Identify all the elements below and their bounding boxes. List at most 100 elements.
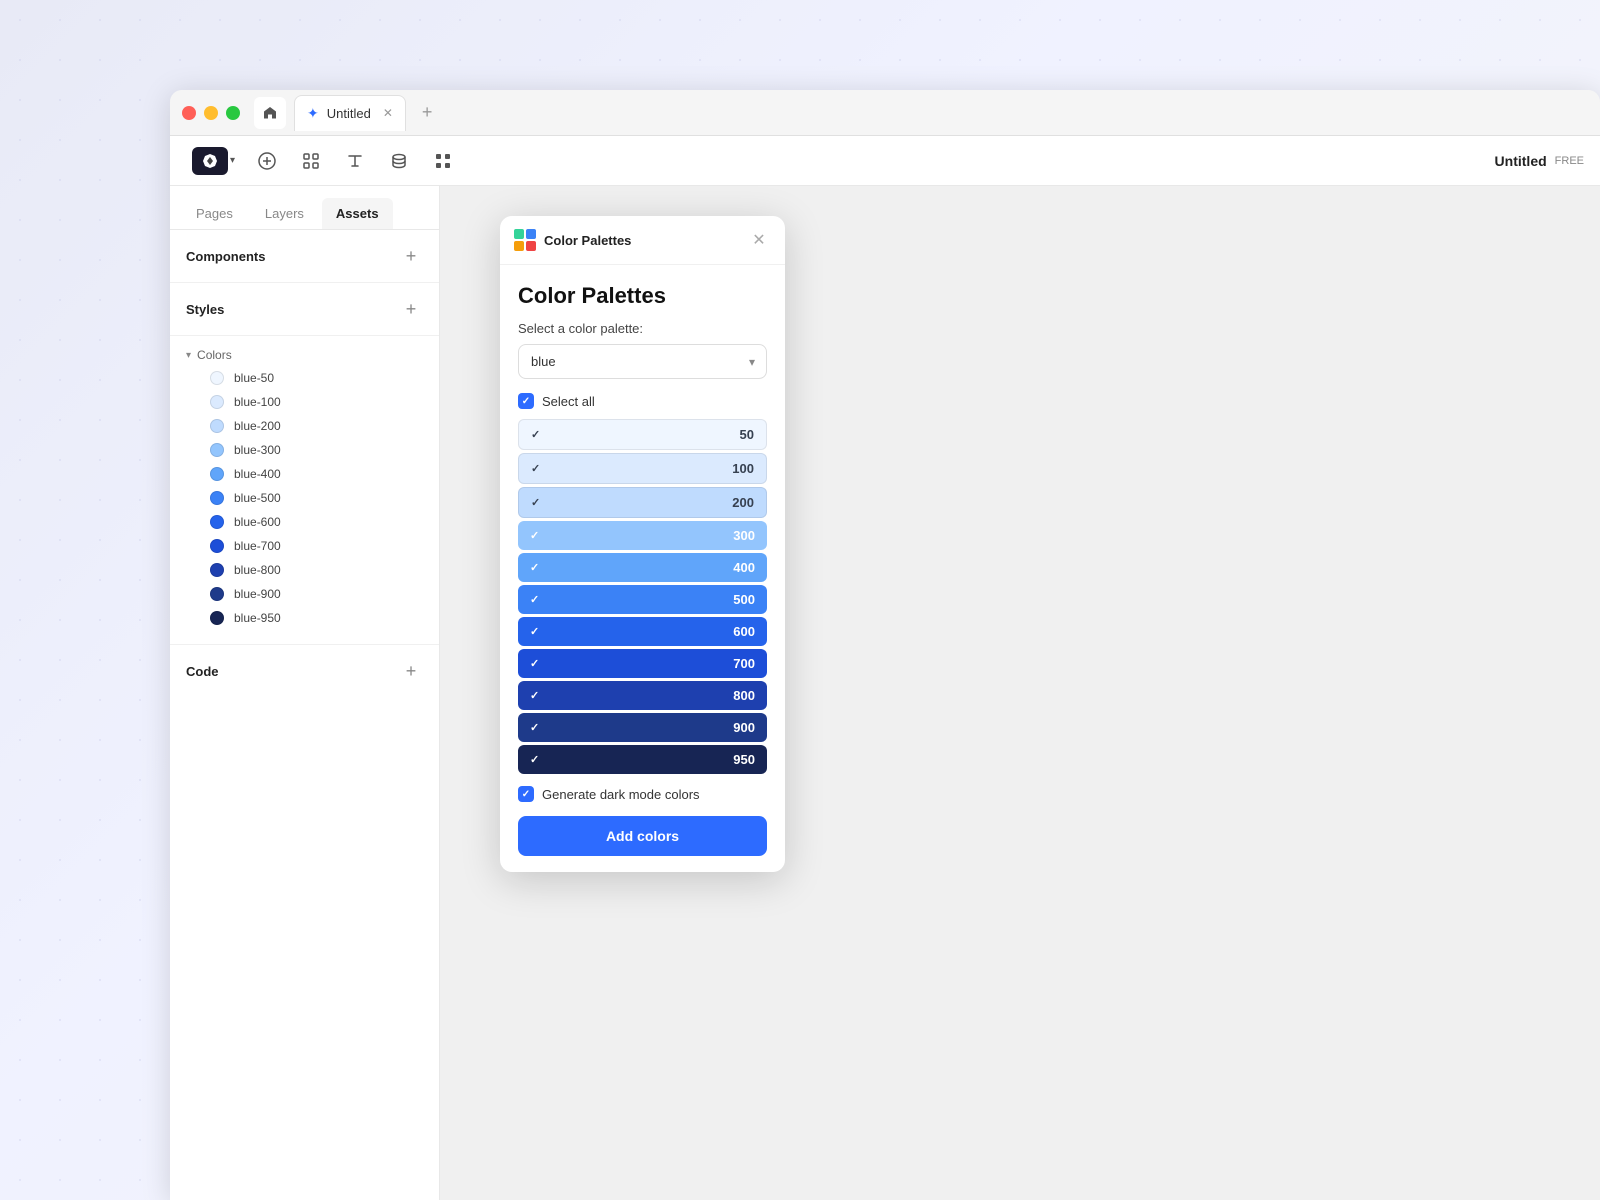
- color-row-shade: 200: [732, 495, 754, 510]
- row-check-icon: ✓: [530, 721, 539, 734]
- color-row-shade: 400: [733, 560, 755, 575]
- color-swatch: [210, 395, 224, 409]
- color-row-shade: 300: [733, 528, 755, 543]
- styles-header[interactable]: Styles +: [186, 297, 423, 321]
- color-name: blue-300: [234, 443, 281, 457]
- tab-logo-icon: ✦: [307, 105, 319, 122]
- sidebar-color-item[interactable]: blue-700: [186, 534, 423, 558]
- project-info: Untitled FREE: [1495, 153, 1584, 169]
- dropdown-arrow-icon: ▾: [230, 155, 235, 166]
- row-check-icon: ✓: [530, 689, 539, 702]
- data-tool-button[interactable]: [381, 143, 417, 179]
- panel-color-row[interactable]: ✓ 900: [518, 713, 767, 742]
- sidebar-color-item[interactable]: blue-500: [186, 486, 423, 510]
- minimize-button[interactable]: [204, 106, 218, 120]
- panel-color-row[interactable]: ✓ 700: [518, 649, 767, 678]
- panel-color-row[interactable]: ✓ 800: [518, 681, 767, 710]
- components-add-button[interactable]: +: [399, 244, 423, 268]
- color-row-left: ✓: [531, 428, 540, 441]
- panel-color-row[interactable]: ✓ 500: [518, 585, 767, 614]
- color-name: blue-400: [234, 467, 281, 481]
- select-all-row[interactable]: ✓ Select all: [518, 393, 767, 409]
- panel-color-row[interactable]: ✓ 400: [518, 553, 767, 582]
- color-swatch: [210, 491, 224, 505]
- color-swatch: [210, 539, 224, 553]
- panel-title: Color Palettes: [544, 233, 739, 248]
- palette-select-wrapper: blue ▾: [518, 344, 767, 379]
- color-row-left: ✓: [530, 561, 539, 574]
- dark-mode-label: Generate dark mode colors: [542, 787, 700, 802]
- row-check-icon: ✓: [531, 496, 540, 509]
- select-all-checkbox[interactable]: ✓: [518, 393, 534, 409]
- panel-color-row[interactable]: ✓ 950: [518, 745, 767, 774]
- color-name: blue-100: [234, 395, 281, 409]
- panel-color-row[interactable]: ✓ 200: [518, 487, 767, 518]
- color-name: blue-50: [234, 371, 274, 385]
- browser-window: ✦ Untitled ✕ + ▾: [170, 90, 1600, 1200]
- sidebar-color-item[interactable]: blue-900: [186, 582, 423, 606]
- sidebar-scroll: Components + Styles + ▾ Colors: [170, 230, 439, 1200]
- color-row-left: ✓: [530, 721, 539, 734]
- panel-color-row[interactable]: ✓ 300: [518, 521, 767, 550]
- color-name: blue-700: [234, 539, 281, 553]
- sidebar-tabs: Pages Layers Assets: [170, 186, 439, 230]
- color-row-left: ✓: [530, 753, 539, 766]
- home-button[interactable]: [254, 97, 286, 129]
- colors-group-header[interactable]: ▾ Colors: [186, 344, 423, 366]
- canvas-area: Color Palettes ✕ Color Palettes Select a…: [440, 186, 1600, 1200]
- sidebar-color-item[interactable]: blue-50: [186, 366, 423, 390]
- color-rows-list: ✓ 50 ✓ 100 ✓ 200 ✓ 300 ✓ 400 ✓: [518, 419, 767, 774]
- components-header[interactable]: Components +: [186, 244, 423, 268]
- logo-dropdown[interactable]: ▾: [186, 143, 241, 179]
- sidebar-color-item[interactable]: blue-400: [186, 462, 423, 486]
- frame-tool-button[interactable]: [293, 143, 329, 179]
- sidebar-color-item[interactable]: blue-300: [186, 438, 423, 462]
- color-row-left: ✓: [531, 496, 540, 509]
- color-swatch: [210, 443, 224, 457]
- code-add-button[interactable]: +: [399, 659, 423, 683]
- traffic-lights: [182, 106, 240, 120]
- palette-select[interactable]: blue: [518, 344, 767, 379]
- color-row-left: ✓: [531, 462, 540, 475]
- sidebar-color-item[interactable]: blue-100: [186, 390, 423, 414]
- logo-icon: [192, 147, 228, 175]
- color-name: blue-900: [234, 587, 281, 601]
- text-tool-button[interactable]: [337, 143, 373, 179]
- tab-pages[interactable]: Pages: [182, 198, 247, 229]
- panel-color-row[interactable]: ✓ 100: [518, 453, 767, 484]
- row-check-icon: ✓: [530, 593, 539, 606]
- panel-color-row[interactable]: ✓ 50: [518, 419, 767, 450]
- sidebar-color-item[interactable]: blue-800: [186, 558, 423, 582]
- color-row-shade: 800: [733, 688, 755, 703]
- color-row-shade: 900: [733, 720, 755, 735]
- panel-close-button[interactable]: ✕: [747, 228, 771, 252]
- color-palettes-panel: Color Palettes ✕ Color Palettes Select a…: [500, 216, 785, 872]
- tab-layers[interactable]: Layers: [251, 198, 318, 229]
- panel-color-row[interactable]: ✓ 600: [518, 617, 767, 646]
- color-row-shade: 600: [733, 624, 755, 639]
- code-section: Code +: [170, 645, 439, 697]
- new-tab-button[interactable]: +: [414, 98, 441, 127]
- dark-mode-checkbox[interactable]: ✓: [518, 786, 534, 802]
- row-check-icon: ✓: [531, 462, 540, 475]
- close-button[interactable]: [182, 106, 196, 120]
- color-list: blue-50 blue-100 blue-200 blue-300 blue-…: [186, 366, 423, 630]
- sidebar-color-item[interactable]: blue-600: [186, 510, 423, 534]
- sidebar-color-item[interactable]: blue-950: [186, 606, 423, 630]
- dark-mode-row[interactable]: ✓ Generate dark mode colors: [518, 786, 767, 802]
- styles-add-button[interactable]: +: [399, 297, 423, 321]
- tab-assets[interactable]: Assets: [322, 198, 393, 229]
- grid-tool-button[interactable]: [425, 143, 461, 179]
- maximize-button[interactable]: [226, 106, 240, 120]
- active-tab[interactable]: ✦ Untitled ✕: [294, 95, 406, 131]
- code-header[interactable]: Code +: [186, 659, 423, 683]
- tab-close-icon[interactable]: ✕: [383, 106, 393, 120]
- select-palette-label: Select a color palette:: [518, 321, 767, 336]
- colors-section: ▾ Colors blue-50 blue-100 blue-200 blue-…: [170, 336, 439, 645]
- sidebar-color-item[interactable]: blue-200: [186, 414, 423, 438]
- color-row-left: ✓: [530, 689, 539, 702]
- row-check-icon: ✓: [530, 561, 539, 574]
- color-row-shade: 100: [732, 461, 754, 476]
- add-element-button[interactable]: [249, 143, 285, 179]
- add-colors-button[interactable]: Add colors: [518, 816, 767, 856]
